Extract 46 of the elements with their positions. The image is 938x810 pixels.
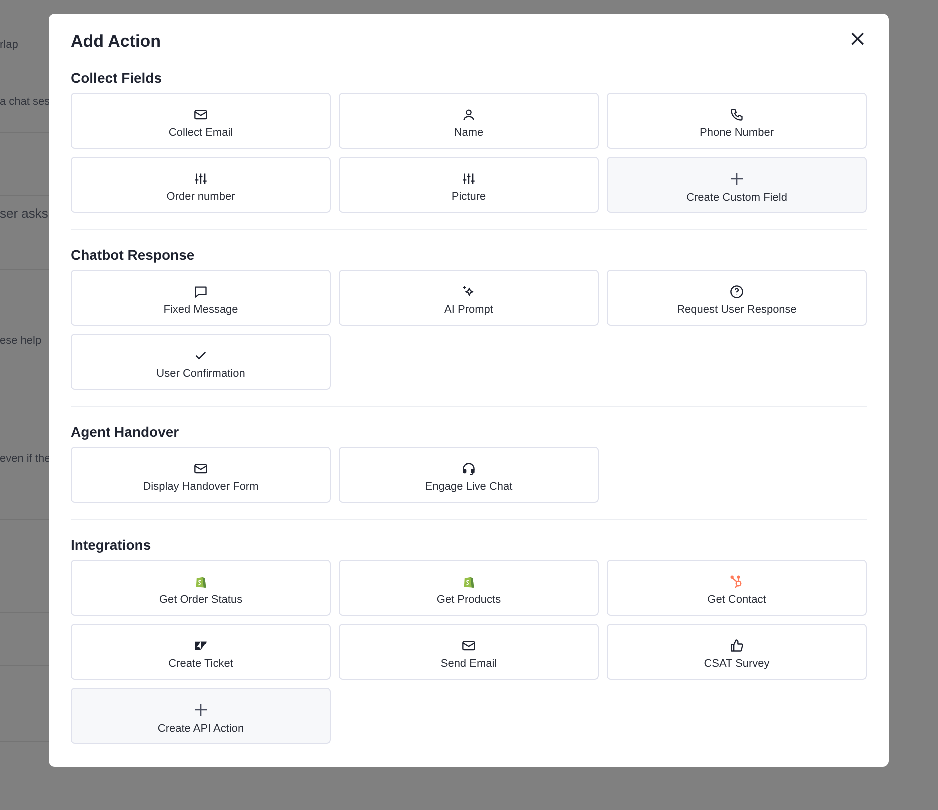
section-heading: Integrations xyxy=(71,537,152,553)
action-card[interactable]: Order number xyxy=(71,157,331,213)
action-card[interactable]: Name xyxy=(339,93,599,149)
question-circle-icon xyxy=(730,284,744,298)
action-card[interactable]: Fixed Message xyxy=(71,270,331,326)
headset-icon xyxy=(462,462,476,476)
background-text: a chat ses xyxy=(0,96,50,108)
action-card[interactable]: Collect Email xyxy=(71,93,331,149)
background-text: ese help xyxy=(0,335,42,347)
action-card[interactable]: Send Email xyxy=(339,624,599,680)
shopping-bag-icon xyxy=(194,574,208,588)
sprocket-icon xyxy=(730,574,744,588)
sliders-icon xyxy=(462,172,476,186)
dialog-title: Add Action xyxy=(71,32,162,52)
speech-bubble-icon xyxy=(194,284,208,298)
envelope-icon xyxy=(194,462,208,476)
action-card[interactable]: Phone Number xyxy=(607,93,867,149)
close-button[interactable]: × xyxy=(846,30,869,50)
action-card[interactable]: Request User Response xyxy=(607,270,867,326)
action-card[interactable]: Create Ticket xyxy=(71,624,331,680)
action-card[interactable]: Engage Live Chat xyxy=(339,447,599,503)
action-card[interactable]: CSAT Survey xyxy=(607,624,867,680)
action-card[interactable]: Get Products xyxy=(339,560,599,616)
action-card[interactable]: Create Custom Field xyxy=(607,157,867,213)
phone-icon xyxy=(730,108,744,122)
section-heading: Collect Fields xyxy=(71,70,164,86)
action-card[interactable]: Get Order Status xyxy=(71,560,331,616)
section-heading: Agent Handover xyxy=(71,424,180,440)
plus-icon xyxy=(193,702,209,718)
background-text: ser asks xyxy=(0,206,48,221)
sparkles-icon xyxy=(462,284,476,298)
thumbs-up-icon xyxy=(730,638,744,652)
sliders-icon xyxy=(194,172,208,186)
person-icon xyxy=(462,108,476,122)
section-heading: Chatbot Response xyxy=(71,247,196,263)
plus-icon xyxy=(729,170,745,186)
envelope-icon xyxy=(462,638,476,652)
shopping-bag-icon xyxy=(462,574,476,588)
action-card[interactable]: Create API Action xyxy=(71,688,331,744)
action-card[interactable]: AI Prompt xyxy=(339,270,599,326)
envelope-icon xyxy=(194,108,208,122)
action-card[interactable]: Picture xyxy=(339,157,599,213)
action-card[interactable]: Display Handover Form xyxy=(71,447,331,503)
background-text: rlap xyxy=(0,39,18,51)
action-card[interactable]: User Confirmation xyxy=(71,334,331,390)
action-card[interactable]: Get Contact xyxy=(607,560,867,616)
